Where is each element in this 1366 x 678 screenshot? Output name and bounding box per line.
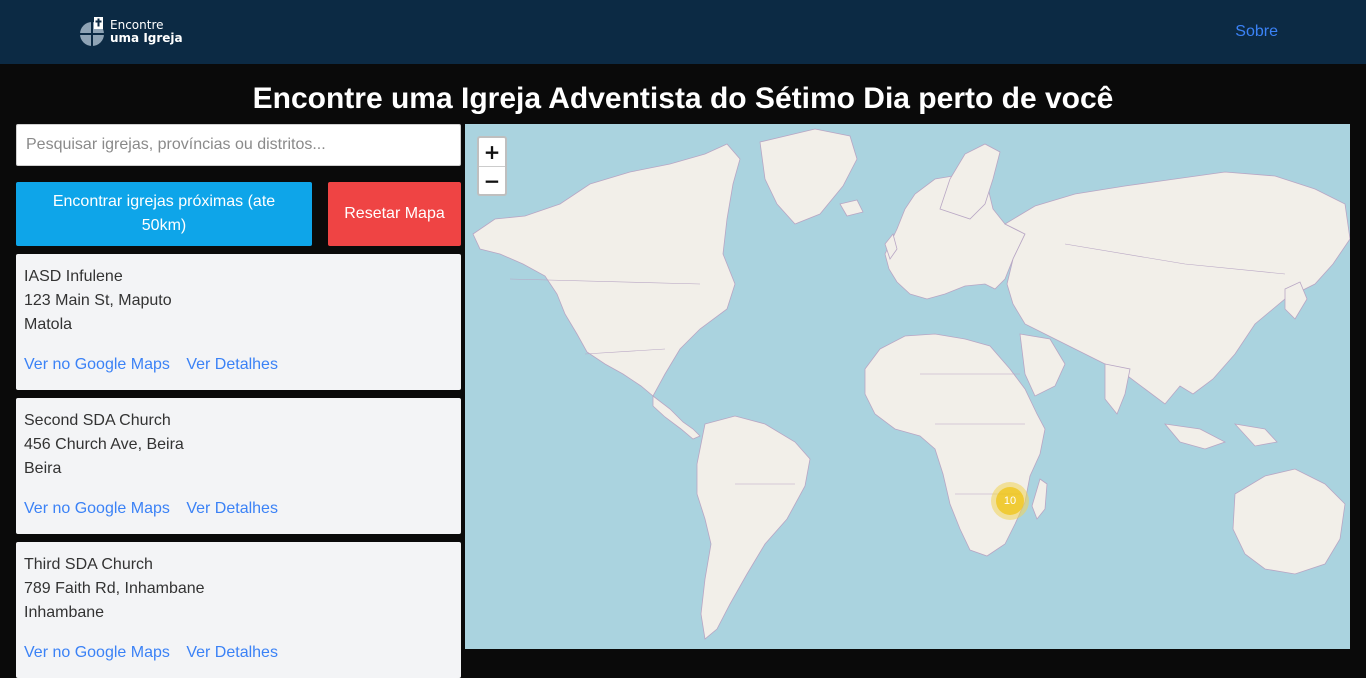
- zoom-out-button[interactable]: −: [479, 166, 505, 194]
- church-cluster-marker[interactable]: 10: [991, 482, 1029, 520]
- church-name: Second SDA Church: [24, 412, 171, 429]
- details-link[interactable]: Ver Detalhes: [186, 644, 278, 661]
- church-name: IASD Infulene: [24, 268, 123, 285]
- church-address: 789 Faith Rd, Inhambane: [24, 580, 205, 597]
- church-city: Matola: [24, 316, 73, 333]
- google-maps-link[interactable]: Ver no Google Maps: [24, 356, 170, 373]
- church-address: 123 Main St, Maputo: [24, 292, 172, 309]
- details-link[interactable]: Ver Detalhes: [186, 356, 278, 373]
- brand-logo[interactable]: Encontre uma Igreja: [80, 17, 183, 47]
- top-navbar: Encontre uma Igreja Sobre: [0, 0, 1366, 64]
- zoom-in-button[interactable]: +: [479, 138, 505, 166]
- nav-about-link[interactable]: Sobre: [1235, 23, 1278, 41]
- details-link[interactable]: Ver Detalhes: [186, 500, 278, 517]
- church-links: Ver no Google Maps Ver Detalhes: [24, 497, 453, 521]
- google-maps-link[interactable]: Ver no Google Maps: [24, 500, 170, 517]
- find-nearby-churches-button[interactable]: Encontrar igrejas próximas (ate 50km): [16, 182, 312, 246]
- church-links: Ver no Google Maps Ver Detalhes: [24, 353, 453, 377]
- map-tiles[interactable]: [465, 124, 1350, 649]
- google-maps-link[interactable]: Ver no Google Maps: [24, 644, 170, 661]
- reset-map-button[interactable]: Resetar Mapa: [328, 182, 461, 246]
- cluster-count: 10: [996, 487, 1024, 515]
- page-title: Encontre uma Igreja Adventista do Sétimo…: [252, 82, 1114, 115]
- church-address: 456 Church Ave, Beira: [24, 436, 184, 453]
- church-city: Beira: [24, 460, 62, 477]
- zoom-control: + −: [477, 136, 507, 196]
- church-card: Second SDA Church 456 Church Ave, Beira …: [16, 398, 461, 534]
- church-card: Third SDA Church 789 Faith Rd, Inhambane…: [16, 542, 461, 678]
- church-card: IASD Infulene 123 Main St, Maputo Matola…: [16, 254, 461, 390]
- brand-line-2: uma Igreja: [110, 31, 183, 45]
- church-city: Inhambane: [24, 604, 105, 621]
- brand-text: Encontre uma Igreja: [110, 19, 183, 45]
- church-links: Ver no Google Maps Ver Detalhes: [24, 641, 453, 665]
- search-input[interactable]: [16, 124, 461, 166]
- world-map[interactable]: + − 10: [465, 124, 1350, 649]
- church-logo-icon: [80, 17, 105, 47]
- church-name: Third SDA Church: [24, 556, 153, 573]
